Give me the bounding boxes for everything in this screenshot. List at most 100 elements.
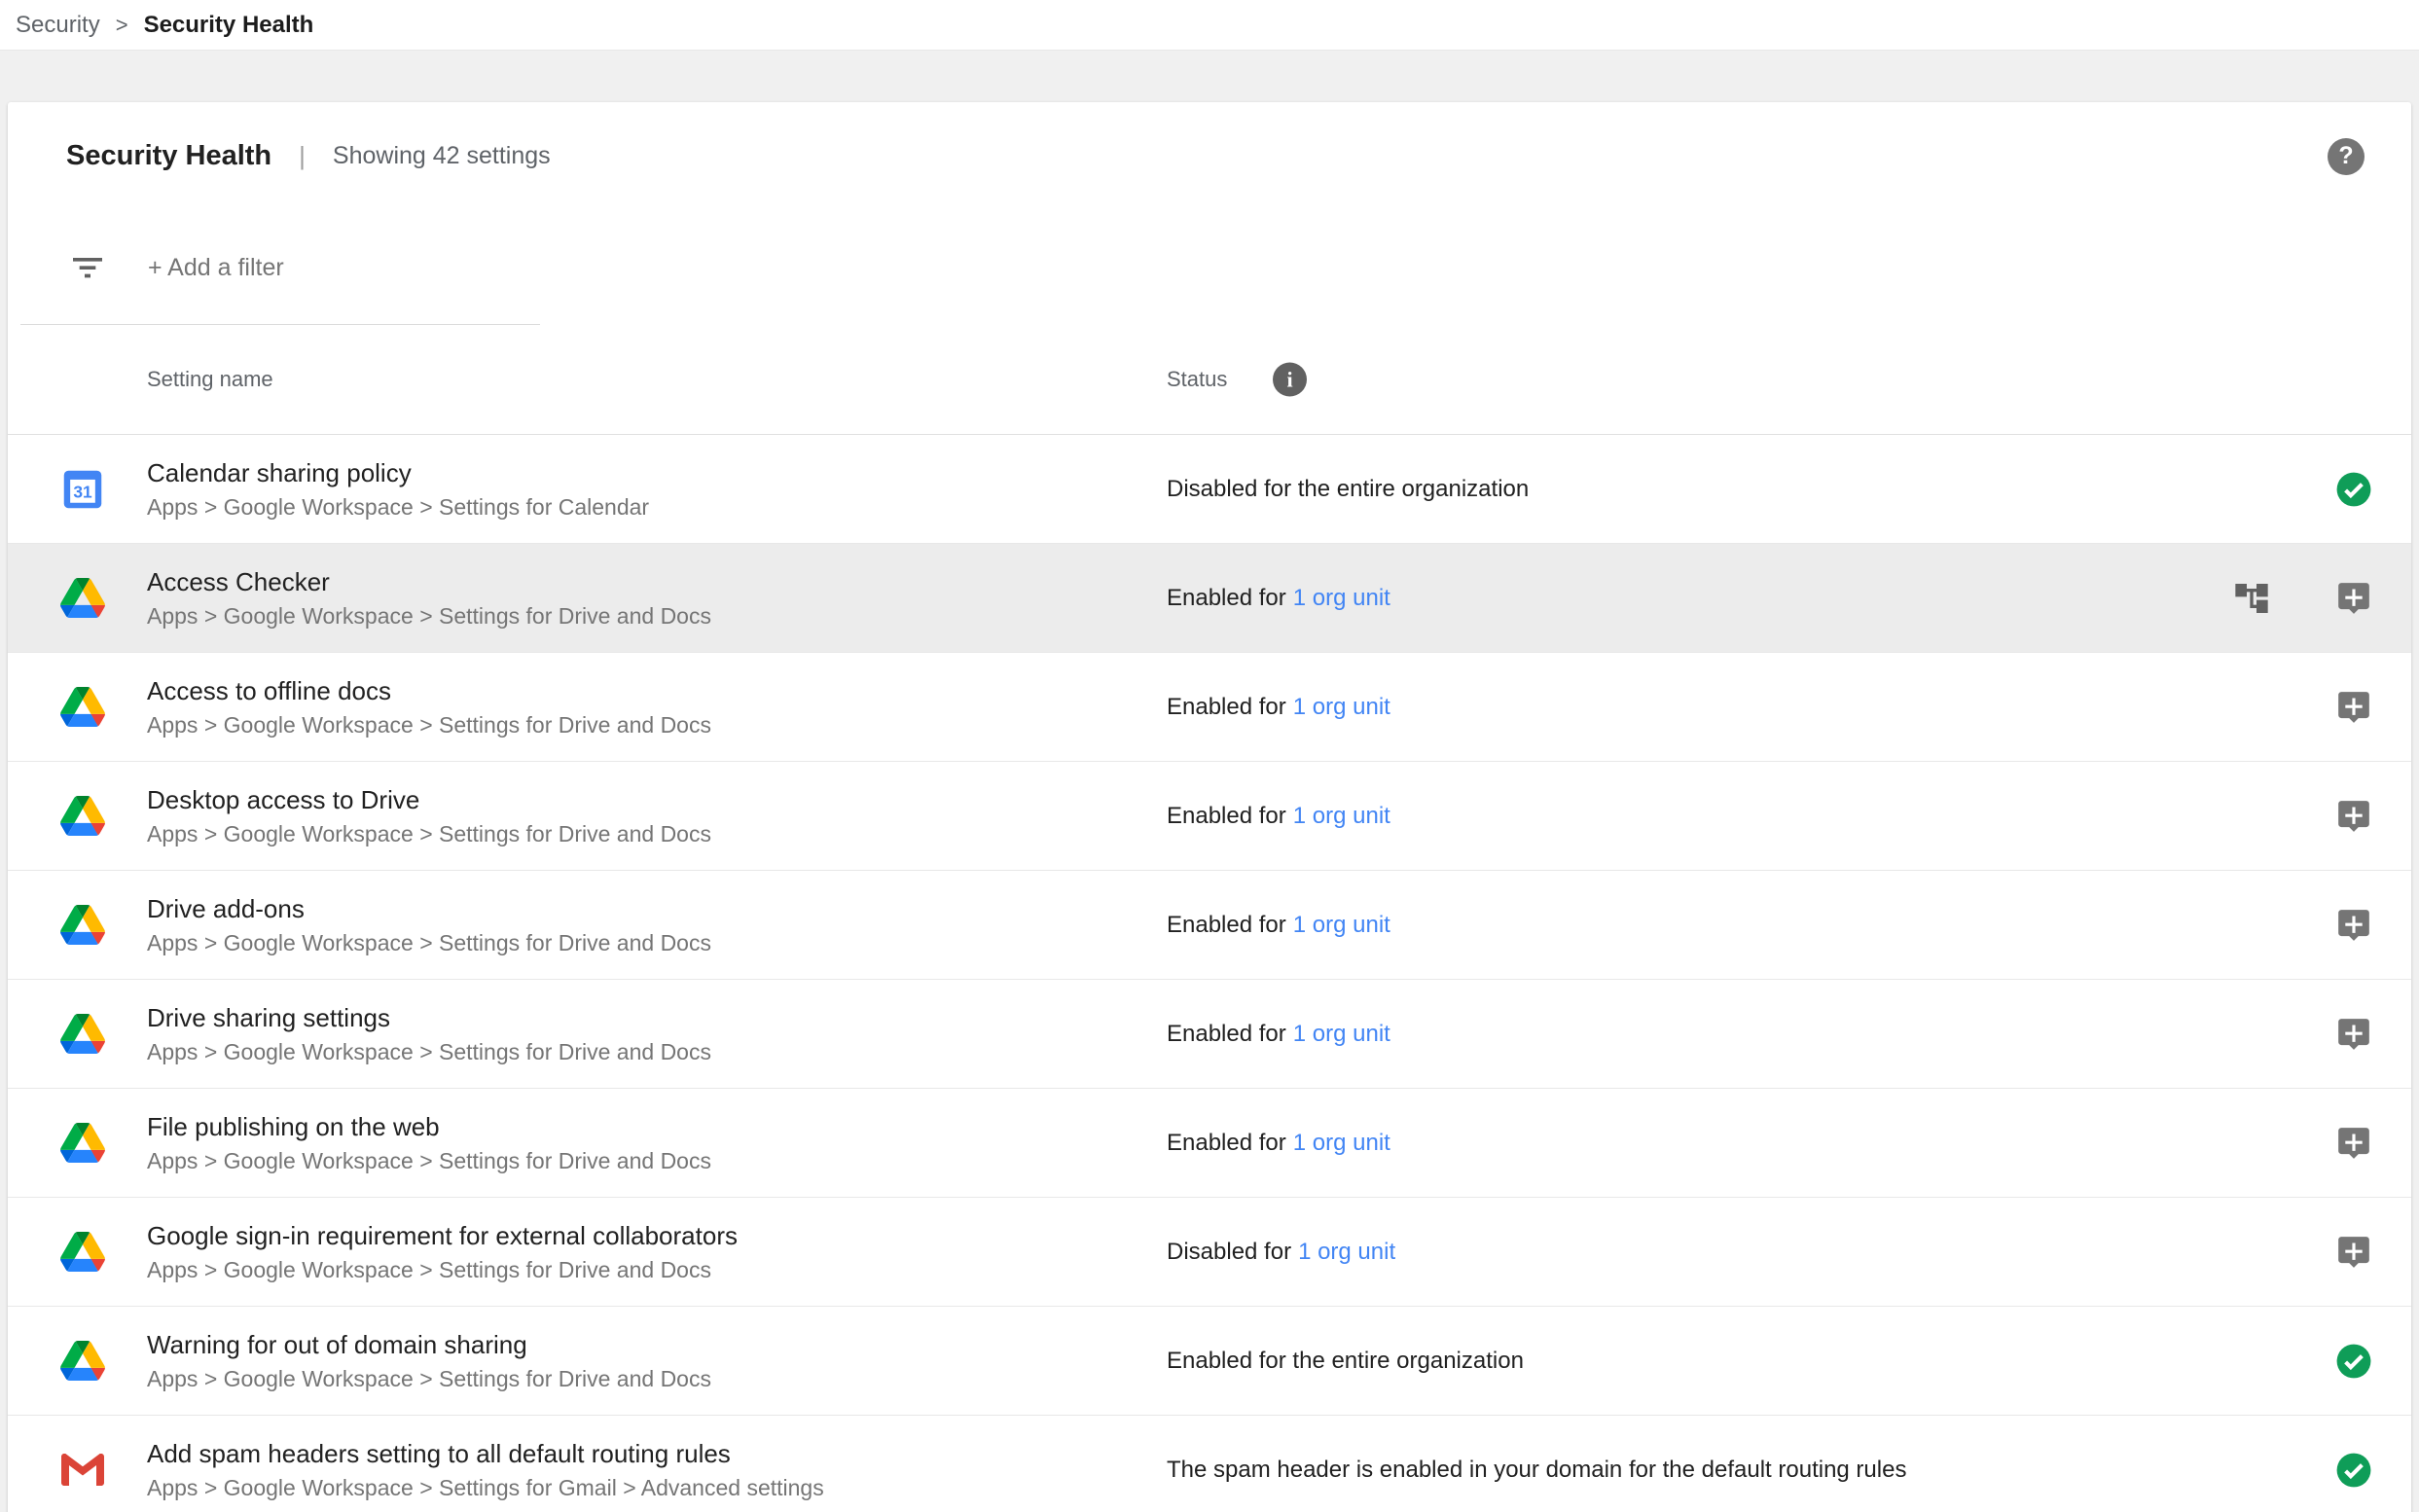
card-header: Security Health | Showing 42 settings ?	[8, 102, 2411, 210]
app-icon	[58, 1010, 107, 1059]
recommendation-icon[interactable]	[2335, 798, 2372, 835]
app-icon	[58, 1228, 107, 1277]
table-row[interactable]: Google sign-in requirement for external …	[8, 1198, 2411, 1307]
recommendation-icon[interactable]	[2335, 1125, 2372, 1162]
org-unit-link[interactable]: 1 org unit	[1293, 585, 1390, 611]
table-row[interactable]: Access Checker Apps > Google Workspace >…	[8, 544, 2411, 653]
setting-title: Google sign-in requirement for external …	[147, 1218, 738, 1254]
setting-text: Desktop access to Drive Apps > Google Wo…	[147, 782, 711, 850]
setting-path: Apps > Google Workspace > Settings for D…	[147, 818, 711, 850]
setting-status: The spam header is enabled in your domai…	[1167, 1457, 1906, 1484]
setting-path: Apps > Google Workspace > Settings for D…	[147, 600, 711, 632]
setting-title: Desktop access to Drive	[147, 782, 711, 818]
security-health-card: Security Health | Showing 42 settings ? …	[8, 102, 2411, 1512]
app-icon	[58, 792, 107, 841]
table-row[interactable]: Desktop access to Drive Apps > Google Wo…	[8, 762, 2411, 871]
org-unit-link[interactable]: 1 org unit	[1298, 1239, 1395, 1265]
setting-path: Apps > Google Workspace > Settings for D…	[147, 1145, 711, 1177]
calendar-icon: 31	[61, 468, 104, 511]
setting-path: Apps > Google Workspace > Settings for D…	[147, 709, 711, 741]
org-unit-link[interactable]: 1 org unit	[1293, 803, 1390, 829]
status-text: Enabled for	[1167, 912, 1286, 938]
app-icon	[58, 683, 107, 732]
settings-count: Showing 42 settings	[333, 142, 551, 170]
setting-text: Calendar sharing policy Apps > Google Wo…	[147, 455, 649, 523]
setting-title: Drive add-ons	[147, 891, 711, 927]
setting-text: Drive add-ons Apps > Google Workspace > …	[147, 891, 711, 959]
setting-text: Drive sharing settings Apps > Google Wor…	[147, 1000, 711, 1068]
table-row[interactable]: Add spam headers setting to all default …	[8, 1416, 2411, 1512]
status-text: Enabled for the entire organization	[1167, 1348, 1524, 1374]
org-unit-link[interactable]: 1 org unit	[1293, 912, 1390, 938]
breadcrumb: Security > Security Health	[0, 0, 2419, 51]
setting-text: Add spam headers setting to all default …	[147, 1436, 824, 1504]
setting-text: Warning for out of domain sharing Apps >…	[147, 1327, 711, 1395]
add-filter-button[interactable]: + Add a filter	[148, 254, 284, 282]
status-info-icon[interactable]: i	[1273, 363, 1307, 397]
status-text: Enabled for	[1167, 803, 1286, 829]
setting-status: Enabled for the entire organization	[1167, 1348, 1524, 1375]
org-unit-link[interactable]: 1 org unit	[1293, 1130, 1390, 1156]
setting-title: Access to offline docs	[147, 673, 711, 709]
title-divider: |	[299, 141, 306, 171]
table-row[interactable]: Drive sharing settings Apps > Google Wor…	[8, 980, 2411, 1089]
setting-text: Access Checker Apps > Google Workspace >…	[147, 564, 711, 632]
status-ok-icon	[2335, 471, 2372, 508]
status-ok-icon	[2335, 1343, 2372, 1380]
setting-path: Apps > Google Workspace > Settings for D…	[147, 1036, 711, 1068]
table-row[interactable]: Access to offline docs Apps > Google Wor…	[8, 653, 2411, 762]
setting-status: Disabled for 1 org unit	[1167, 1239, 1395, 1266]
setting-status: Enabled for 1 org unit	[1167, 1021, 1390, 1048]
svg-text:31: 31	[73, 482, 92, 501]
setting-status: Enabled for 1 org unit	[1167, 585, 1390, 612]
recommendation-icon[interactable]	[2335, 907, 2372, 944]
setting-title: Add spam headers setting to all default …	[147, 1436, 824, 1472]
drive-icon	[60, 1014, 105, 1054]
setting-status: Disabled for the entire organization	[1167, 476, 1529, 503]
setting-title: Access Checker	[147, 564, 711, 600]
drive-icon	[60, 1232, 105, 1272]
setting-title: File publishing on the web	[147, 1109, 711, 1145]
setting-text: Google sign-in requirement for external …	[147, 1218, 738, 1286]
setting-title: Calendar sharing policy	[147, 455, 649, 491]
setting-path: Apps > Google Workspace > Settings for D…	[147, 927, 711, 959]
status-text: Disabled for	[1167, 1239, 1291, 1265]
breadcrumb-parent[interactable]: Security	[16, 12, 100, 39]
filter-bar: + Add a filter	[8, 210, 2411, 325]
setting-path: Apps > Google Workspace > Settings for C…	[147, 491, 649, 523]
status-ok-icon	[2335, 1452, 2372, 1489]
drive-icon	[60, 1341, 105, 1381]
recommendation-icon[interactable]	[2335, 1016, 2372, 1053]
recommendation-icon[interactable]	[2335, 689, 2372, 726]
table-row[interactable]: File publishing on the web Apps > Google…	[8, 1089, 2411, 1198]
app-icon: 31	[58, 465, 107, 514]
setting-text: Access to offline docs Apps > Google Wor…	[147, 673, 711, 741]
app-icon	[58, 574, 107, 623]
table-header: Setting name Status i	[8, 325, 2411, 435]
status-text: Enabled for	[1167, 694, 1286, 720]
app-icon	[58, 1446, 107, 1494]
drive-icon	[60, 687, 105, 727]
setting-title: Warning for out of domain sharing	[147, 1327, 711, 1363]
table-row[interactable]: 31 Calendar sharing policy Apps > Google…	[8, 435, 2411, 544]
recommendation-icon[interactable]	[2335, 580, 2372, 617]
filter-list-icon[interactable]	[68, 248, 107, 287]
org-unit-link[interactable]: 1 org unit	[1293, 694, 1390, 720]
setting-title: Drive sharing settings	[147, 1000, 711, 1036]
page-title: Security Health	[66, 140, 271, 172]
table-row[interactable]: Drive add-ons Apps > Google Workspace > …	[8, 871, 2411, 980]
app-icon	[58, 901, 107, 950]
recommendation-icon[interactable]	[2335, 1234, 2372, 1271]
status-text: Enabled for	[1167, 585, 1286, 611]
table-row[interactable]: Warning for out of domain sharing Apps >…	[8, 1307, 2411, 1416]
drive-icon	[60, 905, 105, 945]
setting-path: Apps > Google Workspace > Settings for G…	[147, 1472, 824, 1504]
status-text: Enabled for	[1167, 1021, 1286, 1047]
drive-icon	[60, 578, 105, 618]
drive-icon	[60, 1123, 105, 1163]
settings-table-body: 31 Calendar sharing policy Apps > Google…	[8, 435, 2411, 1512]
help-icon[interactable]: ?	[2328, 138, 2365, 175]
org-units-icon[interactable]	[2232, 579, 2271, 618]
status-text: The spam header is enabled in your domai…	[1167, 1457, 1906, 1483]
org-unit-link[interactable]: 1 org unit	[1293, 1021, 1390, 1047]
